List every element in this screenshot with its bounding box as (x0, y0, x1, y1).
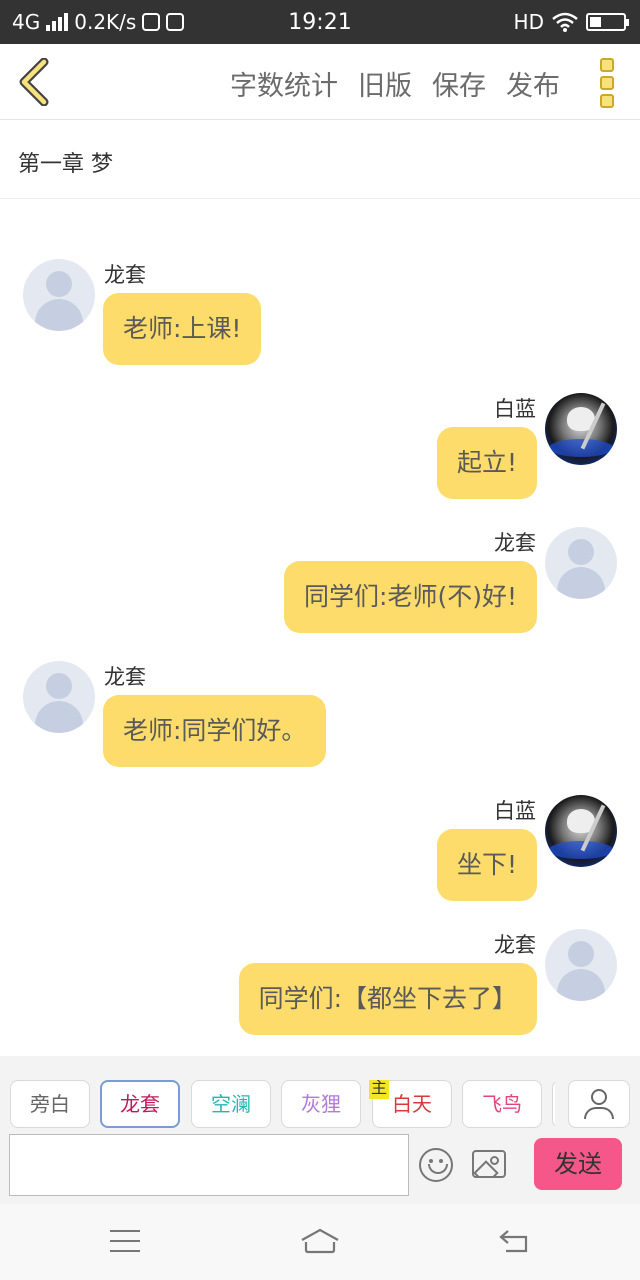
message-bubble[interactable]: 老师:上课! (103, 293, 262, 365)
word-count-button[interactable]: 字数统计 (230, 64, 338, 103)
message-bubble[interactable]: 同学们:老师(不)好! (284, 561, 537, 633)
back-icon[interactable] (498, 1228, 530, 1254)
image-icon[interactable] (472, 1150, 506, 1178)
role-label: 龙套 (120, 1092, 160, 1116)
role-longtao[interactable]: 龙套 (100, 1080, 180, 1128)
role-selector: 旁白 龙套 空澜 灰狸 主白天 飞鸟 (10, 1080, 555, 1128)
composer-panel: 旁白 龙套 空澜 灰狸 主白天 飞鸟 发送 (0, 1056, 640, 1204)
default-avatar-icon[interactable] (545, 527, 617, 599)
publish-button[interactable]: 发布 (506, 64, 560, 103)
role-label: 旁白 (30, 1092, 70, 1116)
toolbar-actions: 字数统计 旧版 保存 发布 (230, 64, 560, 103)
system-nav-bar (0, 1204, 640, 1280)
home-icon[interactable] (300, 1228, 340, 1254)
role-konglan[interactable]: 空澜 (191, 1080, 271, 1128)
user-icon[interactable] (568, 1080, 630, 1128)
message-bubble[interactable]: 起立! (436, 427, 537, 499)
status-bar: 4G 0.2K/s 19:21 HD (0, 0, 640, 44)
role-label: 空澜 (211, 1092, 251, 1116)
anime-avatar[interactable] (545, 795, 617, 867)
main-character-badge: 主 (369, 1080, 390, 1099)
message-bubble[interactable]: 坐下! (436, 829, 537, 901)
save-button[interactable]: 保存 (432, 64, 486, 103)
emoji-icon[interactable] (419, 1148, 453, 1182)
anime-avatar[interactable] (545, 393, 617, 465)
menu-icon[interactable] (110, 1230, 140, 1252)
sender-name: 龙套 (104, 263, 146, 287)
sender-name: 龙套 (494, 531, 536, 555)
chat-area[interactable]: 龙套 老师:上课! 白蓝 起立! 龙套 同学们:老师(不)好! 龙套 老师:同学… (0, 200, 640, 1056)
old-version-button[interactable]: 旧版 (358, 64, 412, 103)
role-label: 白天 (392, 1092, 432, 1116)
role-baitian[interactable]: 主白天 (369, 1080, 452, 1128)
more-vertical-icon[interactable] (600, 58, 618, 108)
sender-name: 龙套 (104, 665, 146, 689)
default-avatar-icon[interactable] (545, 929, 617, 1001)
sender-name: 白蓝 (494, 397, 536, 421)
role-overflow[interactable] (552, 1080, 555, 1128)
message-input[interactable] (9, 1134, 409, 1196)
sender-name: 白蓝 (494, 799, 536, 823)
message-bubble[interactable]: 同学们:【都坐下去了】 (238, 963, 537, 1035)
send-button[interactable]: 发送 (534, 1138, 622, 1190)
sender-name: 龙套 (494, 933, 536, 957)
wifi-icon (552, 12, 578, 32)
editor-toolbar: 字数统计 旧版 保存 发布 (0, 44, 640, 120)
role-huili[interactable]: 灰狸 (281, 1080, 361, 1128)
chevron-left-icon[interactable] (14, 58, 54, 106)
role-narrator[interactable]: 旁白 (10, 1080, 90, 1128)
default-avatar-icon[interactable] (23, 661, 95, 733)
default-avatar-icon[interactable] (23, 259, 95, 331)
message-bubble[interactable]: 老师:同学们好。 (103, 695, 327, 767)
chapter-title[interactable]: 第一章 梦 (0, 120, 640, 199)
role-feiniao[interactable]: 飞鸟 (462, 1080, 542, 1128)
hd-indicator: HD (513, 10, 544, 34)
role-label: 飞鸟 (482, 1092, 522, 1116)
role-label: 灰狸 (301, 1092, 341, 1116)
battery-icon (586, 13, 629, 31)
status-right: HD (513, 10, 629, 34)
